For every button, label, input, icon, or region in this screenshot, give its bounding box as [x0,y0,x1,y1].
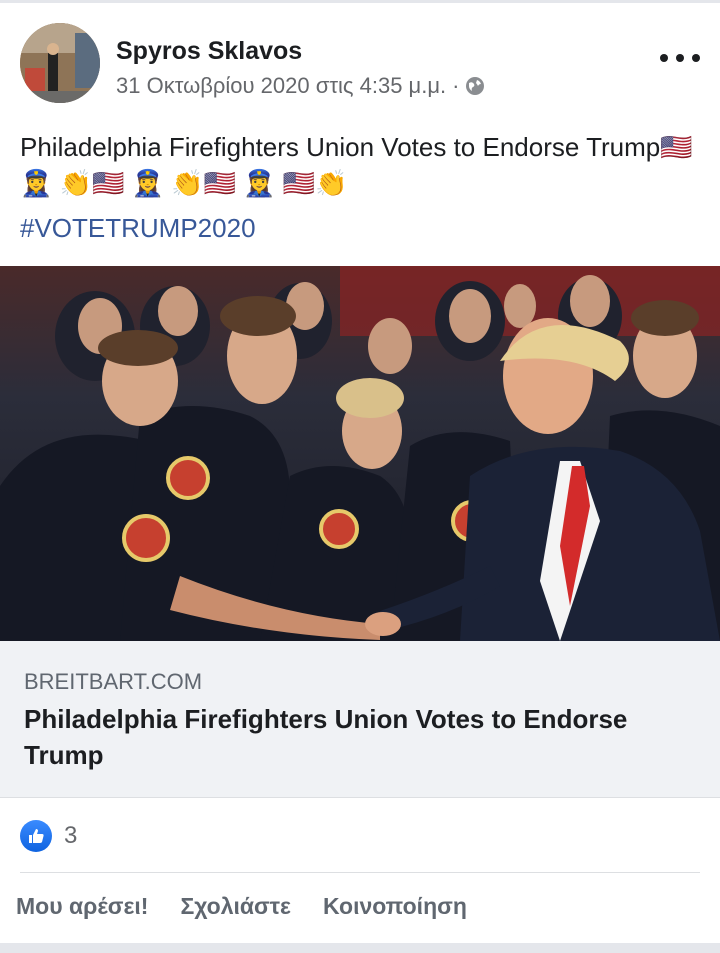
avatar-photo-icon [20,23,100,103]
post-text-line: Philadelphia Firefighters Union Votes to… [20,132,661,162]
comment-button[interactable]: Σχολιάστε [180,893,291,920]
more-options-icon[interactable] [660,43,700,73]
post-photo[interactable] [0,266,720,641]
like-icon [20,820,52,852]
globe-icon[interactable] [465,76,485,96]
author-name[interactable]: Spyros Sklavos [116,37,302,66]
author-avatar[interactable] [20,23,100,103]
link-domain: BREITBART.COM [24,669,203,694]
post-actions: Μου αρέσει! Σχολιάστε Κοινοποίηση [16,893,467,920]
share-button[interactable]: Κοινοποίηση [323,893,467,920]
reactions-summary[interactable]: 3 [20,819,77,853]
reaction-count: 3 [64,822,78,849]
like-button[interactable]: Μου αρέσει! [16,893,148,920]
link-preview-card[interactable]: BREITBART.COM Philadelphia Firefighters … [0,641,720,798]
link-title[interactable]: Philadelphia Firefighters Union Votes to… [24,701,664,773]
bottom-separator [0,943,720,953]
actions-divider [20,872,700,873]
meta-separator: · [452,73,460,98]
hashtag-link[interactable]: #VOTETRUMP2020 [20,213,256,244]
post-header: Spyros Sklavos 31 Οκτωβρίου 2020 στις 4:… [0,3,720,115]
post-timestamp[interactable]: 31 Οκτωβρίου 2020 στις 4:35 μ.μ. [116,73,446,99]
post-text: Philadelphia Firefighters Union Votes to… [20,129,700,201]
shared-photo-image [0,266,720,641]
post-meta: 31 Οκτωβρίου 2020 στις 4:35 μ.μ. · [116,73,485,99]
facebook-post: Spyros Sklavos 31 Οκτωβρίου 2020 στις 4:… [0,3,720,953]
